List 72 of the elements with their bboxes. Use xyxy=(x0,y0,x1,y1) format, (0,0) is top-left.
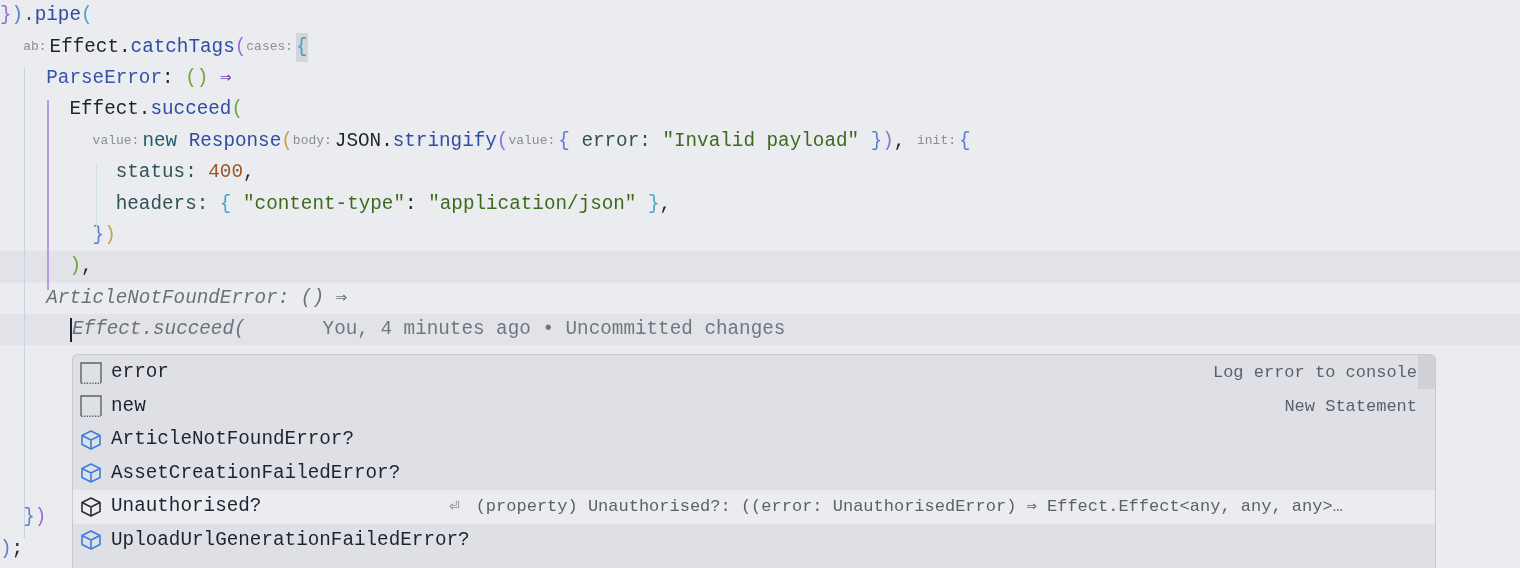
template-icon xyxy=(79,360,103,385)
code-token: Effect. xyxy=(69,97,151,123)
parameter-hint: value: xyxy=(508,132,556,151)
code-token: "application/json" xyxy=(428,191,637,217)
cube-icon xyxy=(79,427,103,452)
code-token: ) xyxy=(104,222,116,248)
code-token: error: xyxy=(581,128,652,154)
completion-item[interactable]: new New Statement xyxy=(73,389,1435,423)
code-token: ) xyxy=(69,254,81,280)
parameter-hint: cases: xyxy=(246,38,294,57)
code-token: ) xyxy=(11,3,24,29)
parameter-hint: init: xyxy=(917,132,956,151)
code-token: } xyxy=(648,191,660,217)
code-token: status: xyxy=(115,160,198,186)
code-token: { xyxy=(219,191,232,217)
completion-item[interactable]: Unauthorised? ⏎ (property) Unauthorised?: ((error: UnauthorisedError) ⇒ Effect.Effect<any, any, any>… xyxy=(73,490,1435,524)
code-token: stringify xyxy=(392,128,497,154)
template-icon xyxy=(79,394,103,419)
code-token: : xyxy=(405,191,418,217)
code-token: { xyxy=(558,128,570,154)
code-token: ( xyxy=(81,3,93,29)
blame-annotation: You, 4 minutes ago • Uncommitted changes xyxy=(322,317,786,343)
code-token: ParseError xyxy=(46,66,162,91)
completion-hint: Log error to console xyxy=(1212,362,1417,384)
code-token: : xyxy=(162,66,175,91)
code-token: .pipe xyxy=(23,3,81,29)
completion-hint: New Statement xyxy=(1284,395,1417,418)
code-token: headers: xyxy=(115,191,210,217)
code-token: } xyxy=(0,3,12,29)
text-caret xyxy=(70,317,72,342)
code-token: 400 xyxy=(208,160,243,186)
completion-item[interactable]: error Log error to console xyxy=(73,356,1435,390)
code-token: () xyxy=(185,66,209,91)
code-token: ( xyxy=(234,34,247,60)
code-token: ) xyxy=(882,128,894,154)
code-token: Effect. xyxy=(49,34,131,60)
code-token: , xyxy=(893,128,906,154)
code-token: Response xyxy=(188,128,282,154)
code-token: ⇒ xyxy=(219,66,232,91)
code-token: } xyxy=(870,128,883,154)
code-token: succeed xyxy=(150,97,232,123)
enter-key-icon: ⏎ xyxy=(449,494,460,520)
scrollbar-thumb[interactable] xyxy=(1418,355,1435,389)
cube-icon xyxy=(79,528,103,553)
code-token: ( xyxy=(496,128,509,154)
parameter-hint: ab: xyxy=(23,38,47,57)
completion-item[interactable]: UploadUrlGenerationFailedError? xyxy=(73,523,1435,557)
code-token: ( xyxy=(231,97,243,123)
code-token: , xyxy=(81,254,93,280)
code-token: , xyxy=(243,160,255,186)
code-token: new xyxy=(142,128,178,154)
code-token: { xyxy=(296,32,308,62)
completion-item[interactable]: AssetCreationFailedError? xyxy=(73,456,1435,490)
code-token: { xyxy=(959,128,971,154)
cube-icon xyxy=(79,494,103,519)
code-token: ) xyxy=(34,505,47,531)
code-token: ) xyxy=(0,536,12,562)
code-token: "Invalid payload" xyxy=(662,128,860,154)
cube-icon xyxy=(79,461,103,486)
parameter-hint: body: xyxy=(292,132,332,151)
completion-item[interactable]: ArticleNotFoundError? xyxy=(73,423,1435,457)
code-token: } xyxy=(23,505,35,531)
code-token: JSON. xyxy=(334,128,393,154)
code-token: ; xyxy=(11,536,24,562)
code-token: "content-type" xyxy=(243,191,405,217)
code-token: ( xyxy=(281,128,293,154)
code-token: , xyxy=(659,191,672,217)
completion-detail: (property) Unauthorised?: ((error: UnauthorisedError) ⇒ Effect.Effect<any, any, any>… xyxy=(475,496,1343,518)
parameter-hint: value: xyxy=(92,132,140,151)
code-token: Effect.succeed( xyxy=(72,317,246,343)
code-token: catchTags xyxy=(130,34,235,60)
code-token: ArticleNotFoundError: () ⇒ xyxy=(46,285,348,311)
